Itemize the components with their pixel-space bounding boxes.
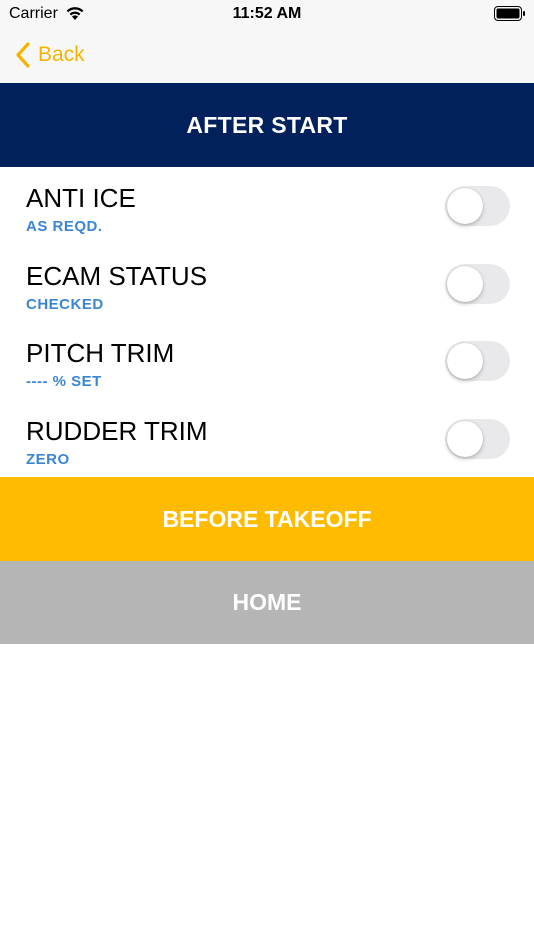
item-action: CHECKED [26, 295, 104, 313]
section-title: AFTER START [0, 83, 534, 167]
item-title: ANTI ICE [26, 183, 136, 213]
ecam-status-toggle[interactable] [445, 263, 510, 304]
home-button[interactable]: HOME [0, 561, 534, 644]
battery-icon [494, 6, 525, 21]
navigation-bar: Back [0, 30, 534, 83]
checklist-item-anti-ice: ANTI ICE AS REQD. [0, 167, 534, 245]
checklist-item-ecam-status: ECAM STATUS CHECKED [0, 245, 534, 323]
item-title: ECAM STATUS [26, 260, 208, 291]
rudder-trim-toggle[interactable] [445, 418, 510, 459]
chevron-left-icon [16, 42, 30, 68]
checklist: ANTI ICE AS REQD. ECAM STATUS CHECKED PI… [0, 167, 534, 477]
item-action: AS REQD. [26, 218, 103, 235]
item-title: PITCH TRIM [26, 338, 175, 368]
status-bar: Carrier 11:52 AM [0, 0, 534, 30]
checklist-item-rudder-trim: RUDDER TRIM ZERO [0, 400, 534, 478]
clock: 11:52 AM [232, 5, 302, 22]
anti-ice-toggle[interactable] [445, 186, 510, 226]
before-takeoff-button[interactable]: BEFORE TAKEOFF [0, 477, 534, 561]
toggle-knob [447, 188, 483, 224]
toggle-knob [447, 343, 483, 379]
checklist-item-pitch-trim: PITCH TRIM ---- % SET [0, 322, 534, 400]
item-action: ---- % SET [26, 373, 102, 390]
item-title: RUDDER TRIM [26, 415, 208, 446]
item-action: ZERO [26, 450, 70, 468]
toggle-knob [447, 265, 483, 302]
pitch-trim-toggle[interactable] [445, 341, 510, 381]
back-button[interactable]: Back [14, 40, 85, 70]
toggle-knob [447, 420, 483, 457]
back-label: Back [38, 43, 85, 66]
